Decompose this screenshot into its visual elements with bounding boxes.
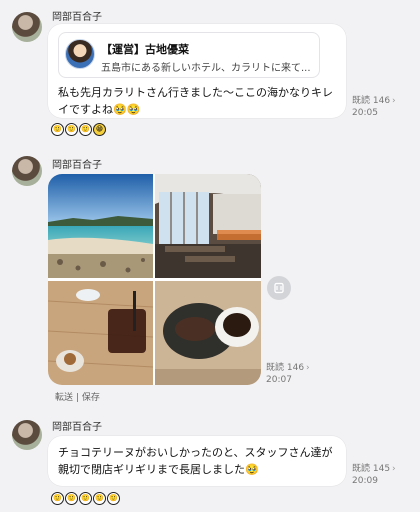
read-count: 既読 145 — [352, 464, 391, 474]
forward-link[interactable]: 転送 — [55, 393, 73, 403]
divider: | — [75, 393, 79, 403]
photo-hot-coffee[interactable] — [155, 281, 261, 385]
message-text: 私も先月カラリトさん行きました〜ここの海かなりキレ イですよね🥹🥹 — [58, 84, 343, 118]
photo-grid[interactable] — [48, 174, 261, 385]
message-bubble[interactable]: チョコテリーヌがおいしかったのと、スタッフさん達が 親切で閉店ギリギリまで長居し… — [48, 436, 346, 486]
reaction-icon[interactable]: 🙂 — [65, 492, 78, 505]
quoted-subtitle: 五島市にある新しいホテル、カラリトに来て... — [101, 63, 311, 74]
message-meta[interactable]: 既読 146 › 20:07 — [266, 362, 310, 386]
sender-avatar[interactable] — [12, 12, 42, 42]
save-link[interactable]: 保存 — [82, 393, 100, 403]
share-icon[interactable] — [267, 276, 291, 300]
reaction-icon[interactable]: 🙂 — [51, 492, 64, 505]
sender-avatar[interactable] — [12, 420, 42, 450]
sender-name: 岡部百合子 — [52, 12, 102, 23]
timestamp: 20:07 — [266, 375, 292, 385]
message-meta[interactable]: 既読 146 › 20:05 — [352, 95, 396, 119]
message-text: チョコテリーヌがおいしかったのと、スタッフさん達が 親切で閉店ギリギリまで長居し… — [58, 444, 343, 478]
chevron-right-icon: › — [306, 363, 310, 373]
reaction-icon[interactable]: 🙂 — [79, 123, 92, 136]
reaction-icon[interactable]: 🙂 — [65, 123, 78, 136]
timestamp: 20:09 — [352, 476, 378, 486]
chevron-right-icon: › — [392, 96, 396, 106]
photo-iced-coffee[interactable] — [48, 281, 154, 385]
reaction-icon[interactable]: 🙂 — [79, 492, 92, 505]
reaction-bar[interactable]: 🙂 🙂 🙂 😁 — [51, 123, 106, 136]
reaction-icon[interactable]: 🙂 — [51, 123, 64, 136]
sender-name: 岡部百合子 — [52, 422, 102, 433]
reaction-bar[interactable]: 🙂 🙂 🙂 🙂 🙂 — [51, 492, 120, 505]
quoted-avatar — [65, 39, 95, 69]
photo-actions: 転送 | 保存 — [55, 390, 100, 403]
message-line: 親切で閉店ギリギリまで長居しました🥹 — [58, 463, 259, 476]
message-line: 私も先月カラリトさん行きました〜ここの海かなりキレ — [58, 86, 333, 99]
quoted-title: 【運営】古地優菜 — [101, 43, 189, 56]
reaction-icon[interactable]: 🙂 — [107, 492, 120, 505]
reaction-icon[interactable]: 🙂 — [93, 492, 106, 505]
reaction-icon[interactable]: 😁 — [93, 123, 106, 136]
timestamp: 20:05 — [352, 108, 378, 118]
quoted-message-card[interactable]: 【運営】古地優菜 五島市にある新しいホテル、カラリトに来て... — [58, 32, 320, 78]
sender-name: 岡部百合子 — [52, 160, 102, 171]
photo-restaurant[interactable] — [155, 174, 261, 278]
chevron-right-icon: › — [392, 464, 396, 474]
message-meta[interactable]: 既読 145 › 20:09 — [352, 463, 396, 487]
sender-avatar[interactable] — [12, 156, 42, 186]
message-line: チョコテリーヌがおいしかったのと、スタッフさん達が — [58, 446, 333, 459]
read-count: 既読 146 — [352, 96, 391, 106]
read-count: 既読 146 — [266, 363, 305, 373]
message-bubble[interactable]: 【運営】古地優菜 五島市にある新しいホテル、カラリトに来て... 私も先月カラリ… — [48, 24, 346, 118]
message-line: イですよね🥹🥹 — [58, 103, 141, 116]
photo-beach[interactable] — [48, 174, 153, 278]
